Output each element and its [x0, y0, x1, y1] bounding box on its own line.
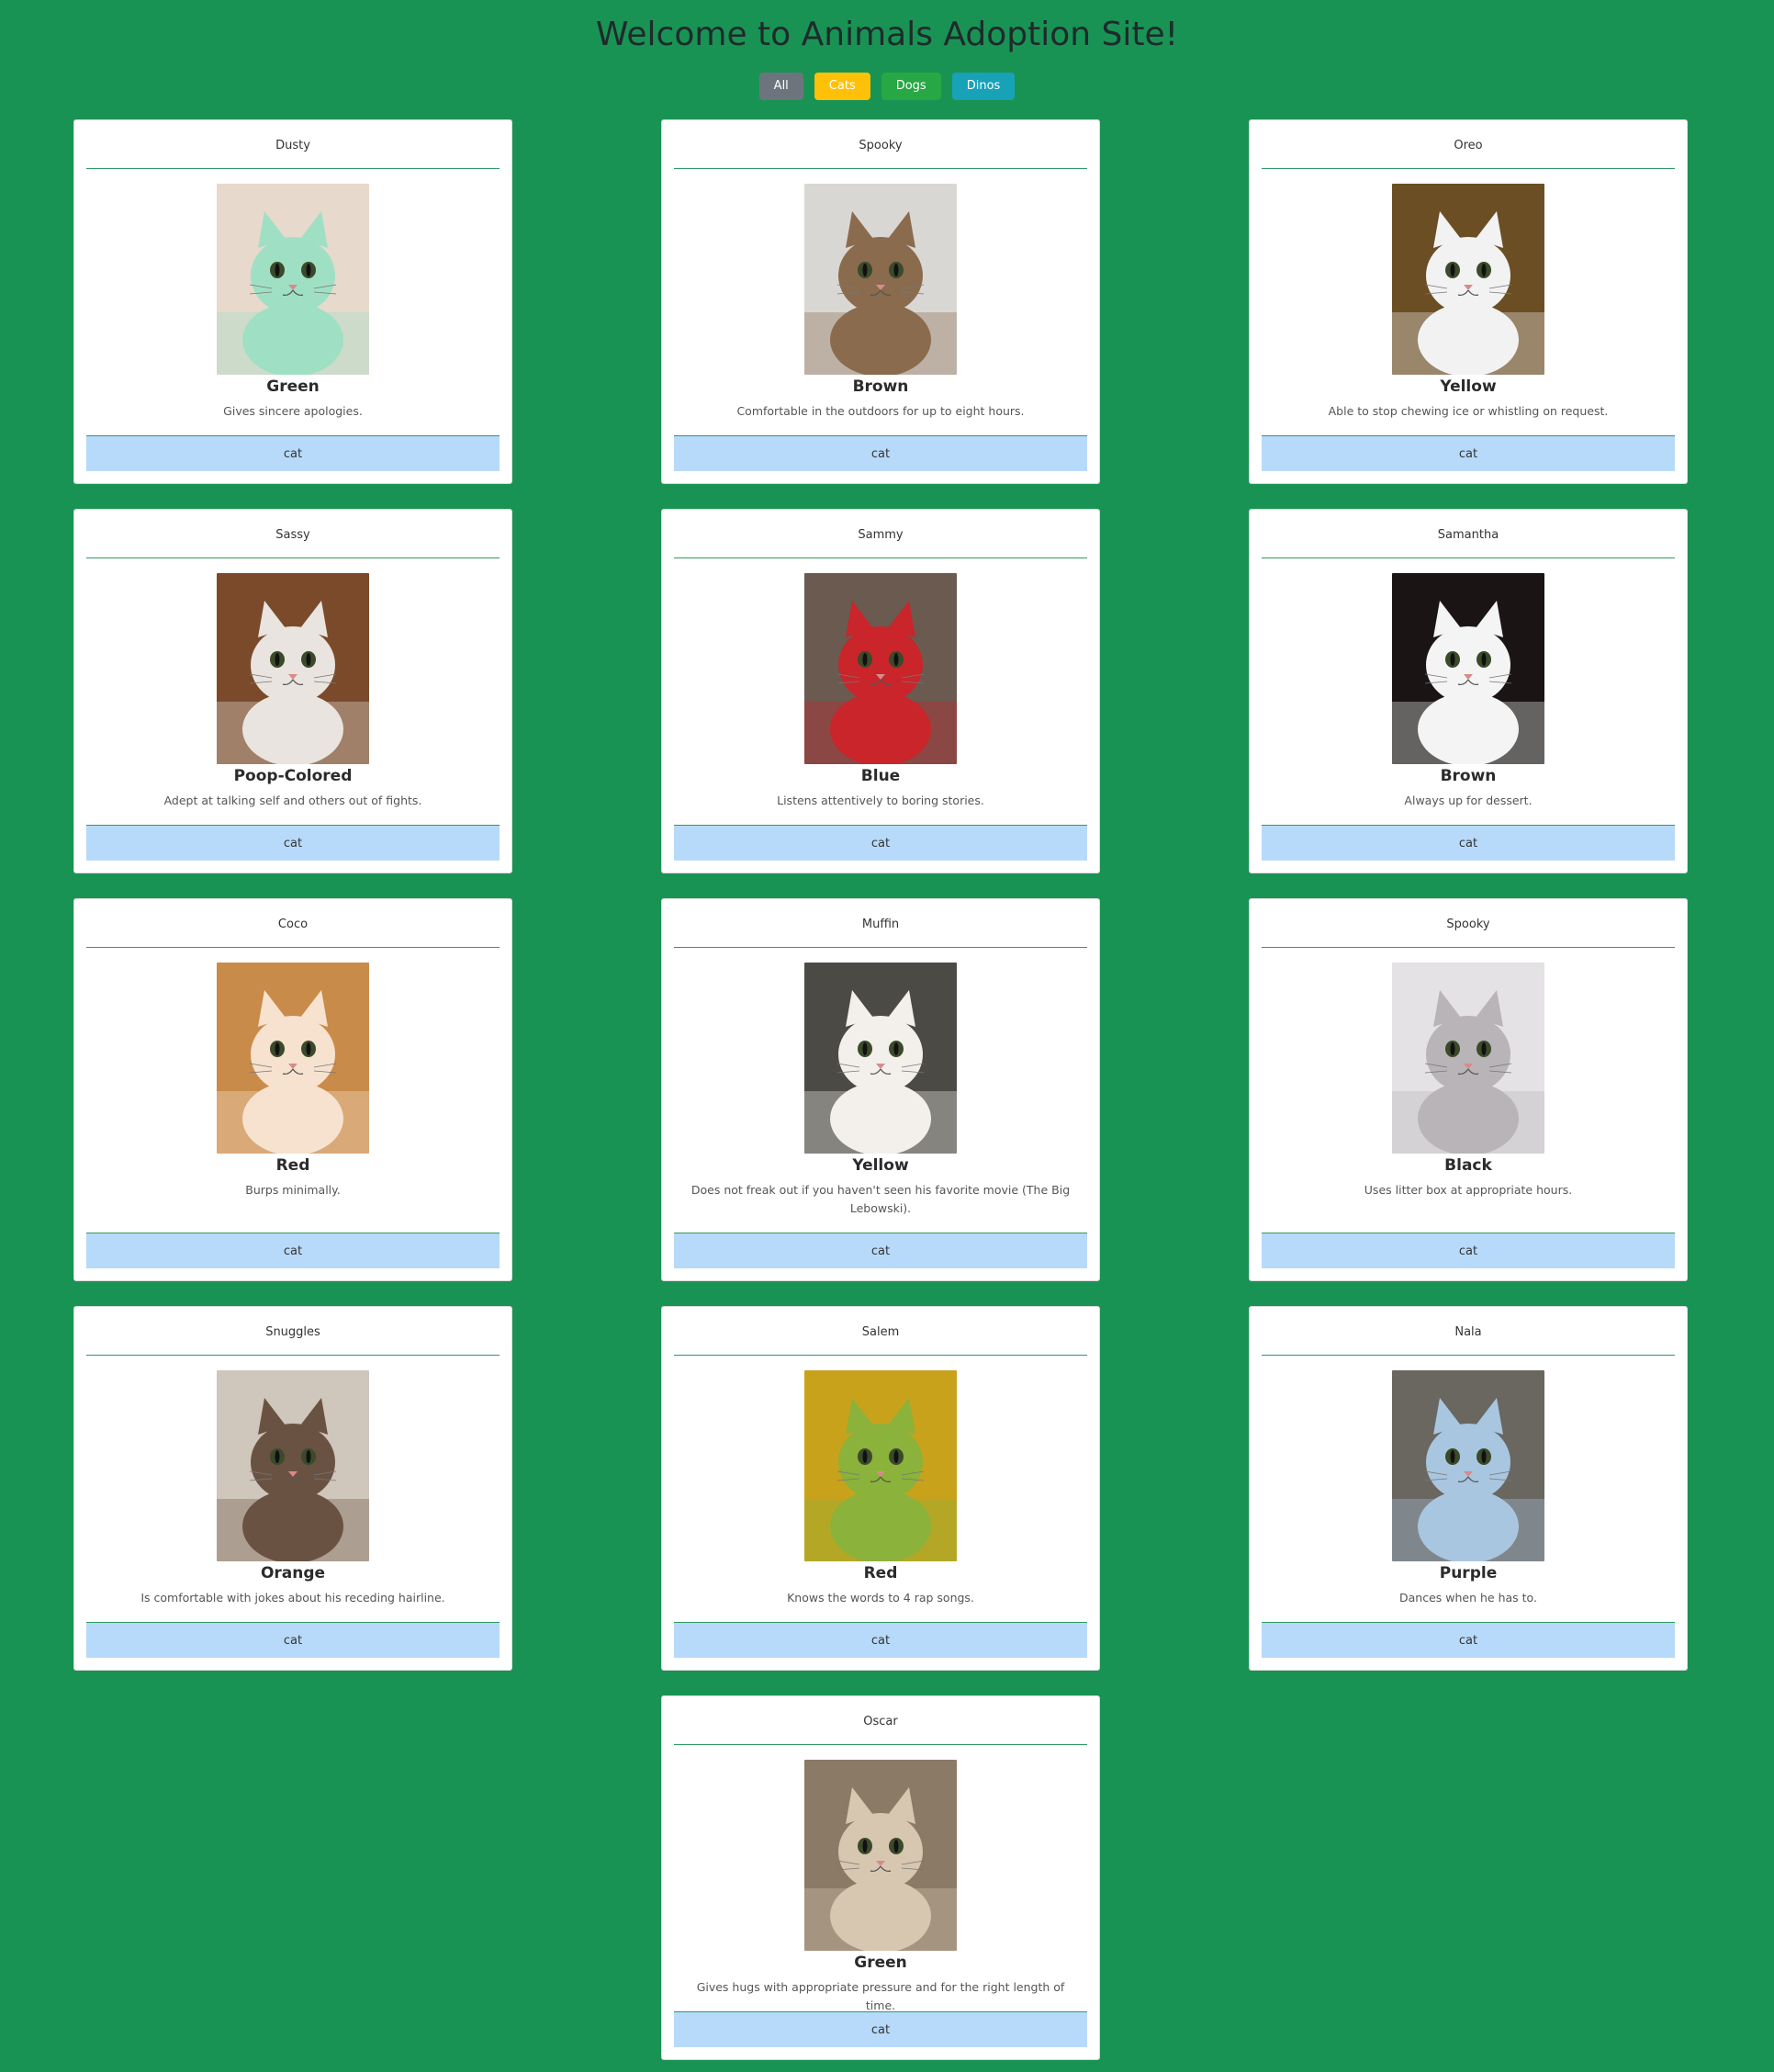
page-title: Welcome to Animals Adoption Site!: [595, 16, 1179, 53]
animal-color: Poop-Colored: [233, 767, 353, 785]
animal-name: Oscar: [674, 1696, 1087, 1745]
filter-dogs-button[interactable]: Dogs: [881, 73, 941, 100]
animal-name: Sassy: [86, 510, 500, 558]
animal-card: Dusty Green Gives sincere apologies. cat: [73, 119, 512, 484]
animal-type: cat: [674, 825, 1087, 861]
animal-name: Sammy: [674, 510, 1087, 558]
animal-color: Black: [1444, 1156, 1492, 1175]
animal-name: Dusty: [86, 120, 500, 169]
animal-type: cat: [674, 2011, 1087, 2047]
animal-type: cat: [1262, 1622, 1675, 1658]
animal-type: cat: [86, 1233, 500, 1268]
animal-description: Burps minimally.: [245, 1183, 341, 1197]
animal-card: Sammy Blue Listens attentively to boring…: [661, 509, 1100, 873]
animal-card: Muffin Yellow Does not freak out if you …: [661, 898, 1100, 1281]
animal-color: Brown: [1440, 767, 1497, 785]
animal-photo: [1392, 573, 1544, 764]
animal-type: cat: [86, 825, 500, 861]
animal-type: cat: [86, 435, 500, 471]
animal-type: cat: [674, 1622, 1087, 1658]
filter-bar: All Cats Dogs Dinos: [0, 73, 1774, 100]
animal-name: Coco: [86, 899, 500, 948]
animal-color: Green: [266, 377, 320, 396]
animal-description: Gives hugs with appropriate pressure and…: [696, 1980, 1065, 2012]
animal-description: Listens attentively to boring stories.: [777, 794, 984, 807]
animal-description: Always up for dessert.: [1404, 794, 1533, 807]
animal-card: Coco Red Burps minimally. cat: [73, 898, 512, 1281]
animal-photo: [804, 1760, 957, 1951]
animal-description: Comfortable in the outdoors for up to ei…: [736, 404, 1025, 418]
animal-color: Brown: [852, 377, 909, 396]
animal-card: Nala Purple Dances when he has to. cat: [1249, 1306, 1688, 1671]
animal-color: Orange: [260, 1564, 326, 1582]
animal-photo: [217, 184, 369, 375]
animal-name: Salem: [674, 1307, 1087, 1356]
animal-photo: [804, 963, 957, 1154]
animal-photo: [217, 573, 369, 764]
animal-photo: [804, 184, 957, 375]
animal-name: Oreo: [1262, 120, 1675, 169]
animal-description: Knows the words to 4 rap songs.: [787, 1591, 974, 1605]
animal-card: Oreo Yellow Able to stop chewing ice or …: [1249, 119, 1688, 484]
animal-card: Samantha Brown Always up for dessert. ca…: [1249, 509, 1688, 873]
animal-color: Yellow: [1440, 377, 1497, 396]
animal-photo: [217, 963, 369, 1154]
filter-all-button[interactable]: All: [758, 73, 803, 100]
animal-color: Purple: [1439, 1564, 1498, 1582]
animal-description: Able to stop chewing ice or whistling on…: [1328, 404, 1609, 418]
animal-description: Dances when he has to.: [1399, 1591, 1537, 1605]
animal-name: Spooky: [1262, 899, 1675, 948]
animal-type: cat: [674, 435, 1087, 471]
animal-name: Spooky: [674, 120, 1087, 169]
animal-type: cat: [674, 1233, 1087, 1268]
animal-name: Nala: [1262, 1307, 1675, 1356]
animal-card: Oscar Green Gives hugs with appropriate …: [661, 1695, 1100, 2060]
animal-type: cat: [1262, 825, 1675, 861]
animal-color: Yellow: [852, 1156, 909, 1175]
animal-color: Blue: [860, 767, 901, 785]
animal-description: Gives sincere apologies.: [223, 404, 363, 418]
animal-color: Red: [863, 1564, 898, 1582]
animal-card: Spooky Brown Comfortable in the outdoors…: [661, 119, 1100, 484]
animal-photo: [804, 1370, 957, 1561]
animal-photo: [1392, 1370, 1544, 1561]
animal-description: Uses litter box at appropriate hours.: [1364, 1183, 1573, 1197]
animal-type: cat: [1262, 1233, 1675, 1268]
animal-name: Samantha: [1262, 510, 1675, 558]
animal-name: Snuggles: [86, 1307, 500, 1356]
animal-photo: [1392, 184, 1544, 375]
animal-card: Salem Red Knows the words to 4 rap songs…: [661, 1306, 1100, 1671]
animal-type: cat: [1262, 435, 1675, 471]
animal-photo: [804, 573, 957, 764]
filter-cats-button[interactable]: Cats: [814, 73, 870, 100]
animal-description: Adept at talking self and others out of …: [163, 794, 422, 807]
animal-color: Red: [275, 1156, 310, 1175]
animal-name: Muffin: [674, 899, 1087, 948]
animal-card: Spooky Black Uses litter box at appropri…: [1249, 898, 1688, 1281]
animal-type: cat: [86, 1622, 500, 1658]
animal-photo: [217, 1370, 369, 1561]
filter-dinos-button[interactable]: Dinos: [951, 73, 1016, 100]
animal-photo: [1392, 963, 1544, 1154]
animal-card: Snuggles Orange Is comfortable with joke…: [73, 1306, 512, 1671]
animal-description: Is comfortable with jokes about his rece…: [140, 1591, 445, 1605]
animal-description: Does not freak out if you haven't seen h…: [691, 1183, 1071, 1215]
animal-color: Green: [854, 1954, 907, 1972]
animal-card: Sassy Poop-Colored Adept at talking self…: [73, 509, 512, 873]
